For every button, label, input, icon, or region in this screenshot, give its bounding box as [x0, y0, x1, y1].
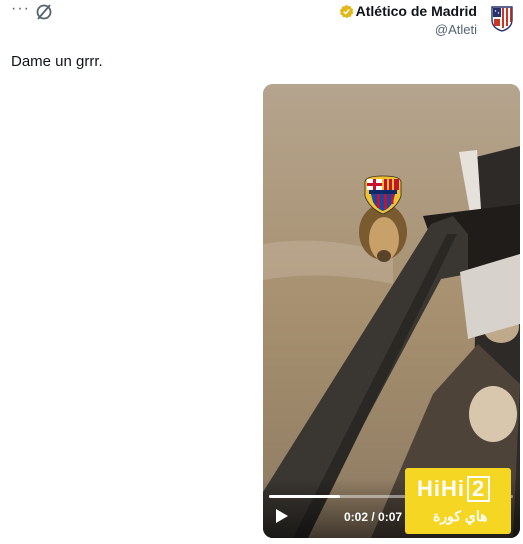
more-horizontal-icon[interactable]: ···	[11, 0, 30, 18]
no-edit-icon[interactable]	[34, 2, 54, 22]
account-name-row[interactable]: Atlético de Madrid	[339, 3, 477, 19]
watermark-logo-number: 2	[467, 476, 491, 502]
video-time: 0:02 / 0:07	[344, 510, 403, 524]
watermark-logo-text: HiHi	[417, 476, 465, 501]
play-icon[interactable]	[275, 508, 289, 524]
account-handle: @Atleti	[434, 22, 477, 37]
watermark-logo: HiHi 2	[417, 476, 491, 502]
atletico-crest-icon[interactable]	[491, 6, 513, 32]
verified-gold-icon	[339, 4, 353, 18]
account-info[interactable]: Atlético de Madrid @Atleti	[339, 3, 477, 37]
video-progress-fill	[269, 495, 340, 498]
watermark-subtitle: هاي كورة	[433, 508, 488, 524]
tweet-text: Dame un grrr.	[11, 53, 103, 70]
tweet-header: ··· Atlético de Madrid @Atleti	[0, 0, 523, 40]
hihi2-watermark: HiHi 2 هاي كورة	[405, 468, 511, 534]
account-name: Atlético de Madrid	[355, 3, 477, 19]
